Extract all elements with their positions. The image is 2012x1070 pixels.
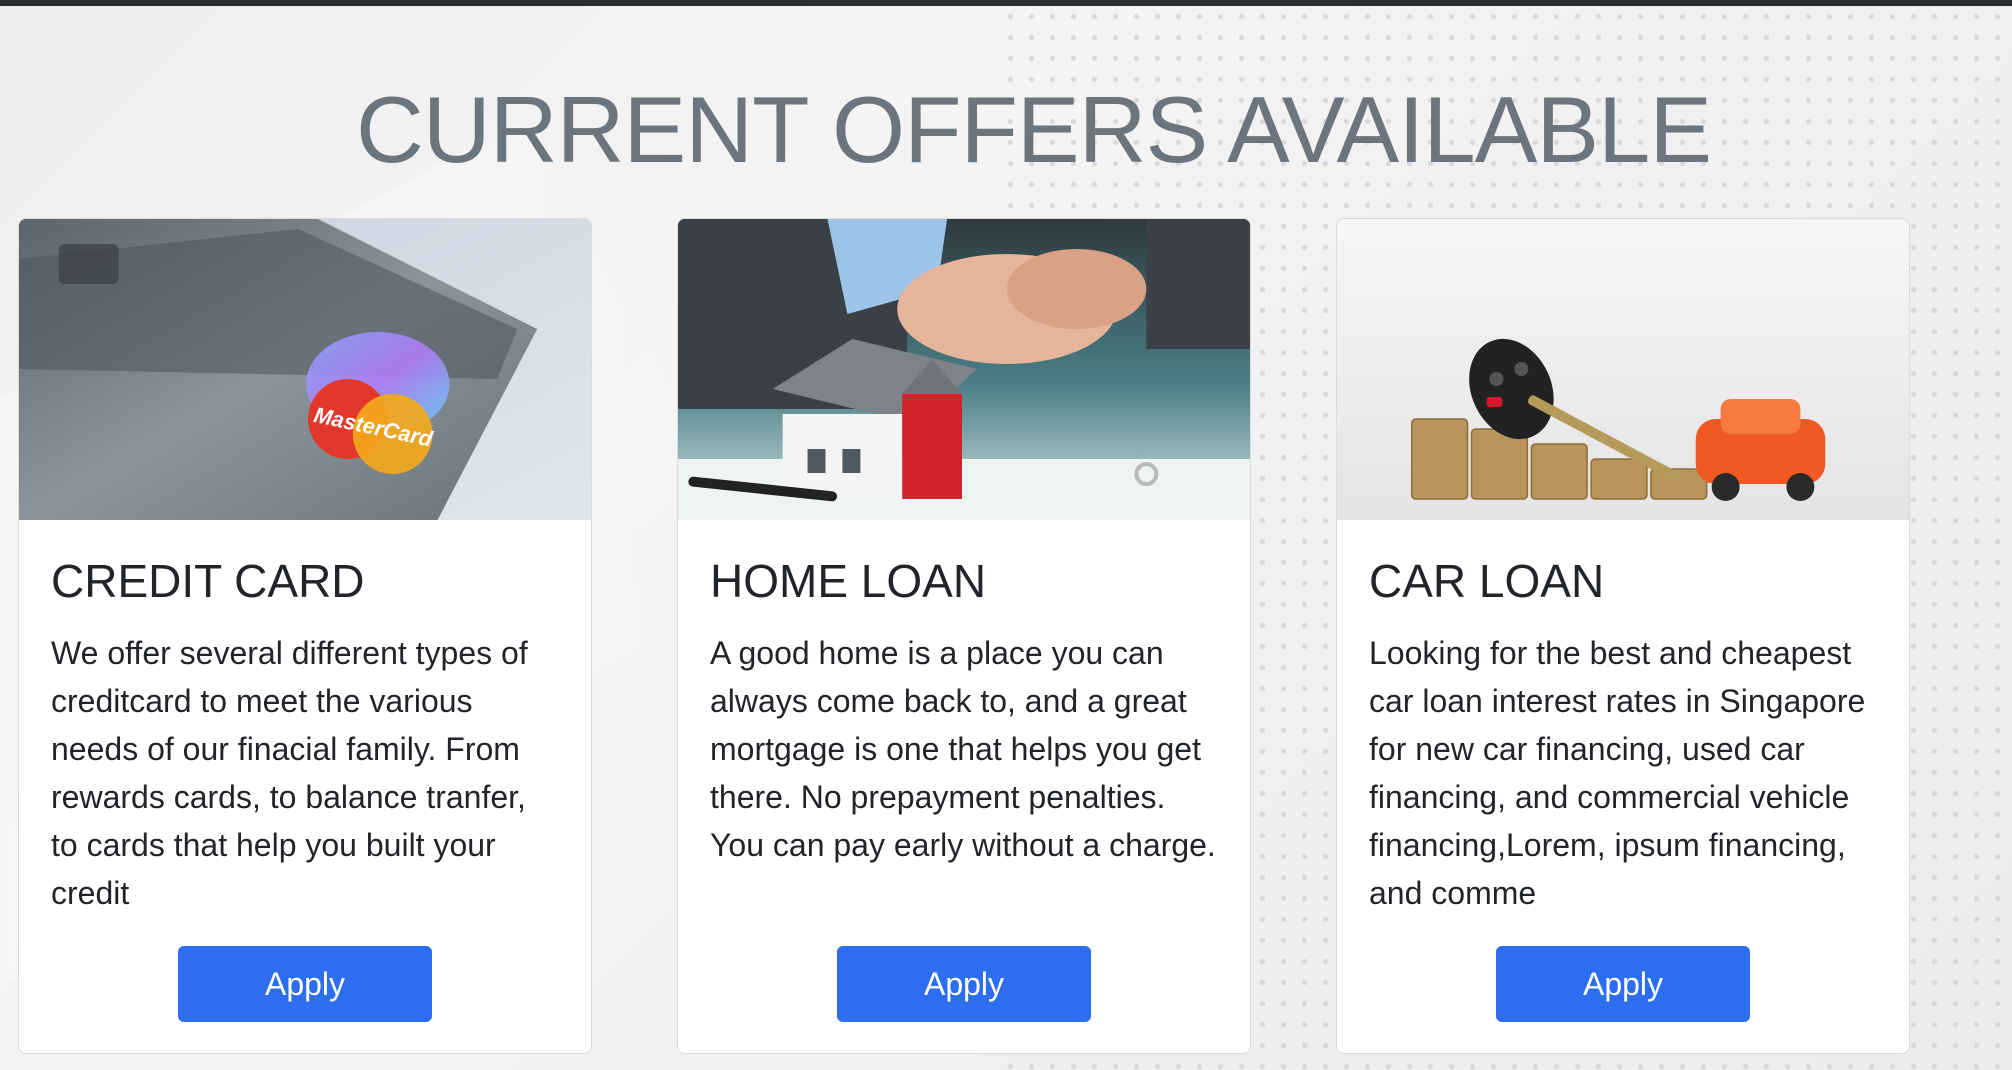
offer-card-credit-card: MasterCard CREDIT CARD We offer several … [18,218,592,1054]
page-title: CURRENT OFFERS AVAILABLE [356,77,1712,182]
apply-button-home-loan[interactable]: Apply [837,946,1091,1022]
page: CURRENT OFFERS AVAILABLE MasterCard CRED… [0,0,2012,1070]
card-title: CREDIT CARD [51,555,365,607]
card-title: HOME LOAN [710,555,987,607]
credit-card-image: MasterCard [19,219,591,520]
card-description: Looking for the best and cheapest car lo… [1369,634,1866,911]
apply-button-credit-card[interactable]: Apply [178,946,432,1022]
offer-card-home-loan: HOME LOAN A good home is a place you can… [677,218,1251,1054]
card-description: A good home is a place you can always co… [710,634,1216,863]
card-title: CAR LOAN [1369,555,1605,607]
card-description: We offer several different types of cred… [51,634,528,911]
home-loan-image [678,219,1250,520]
apply-button-car-loan[interactable]: Apply [1496,946,1750,1022]
offer-card-car-loan: CAR LOAN Looking for the best and cheape… [1336,218,1910,1054]
car-loan-image [1337,219,1909,520]
